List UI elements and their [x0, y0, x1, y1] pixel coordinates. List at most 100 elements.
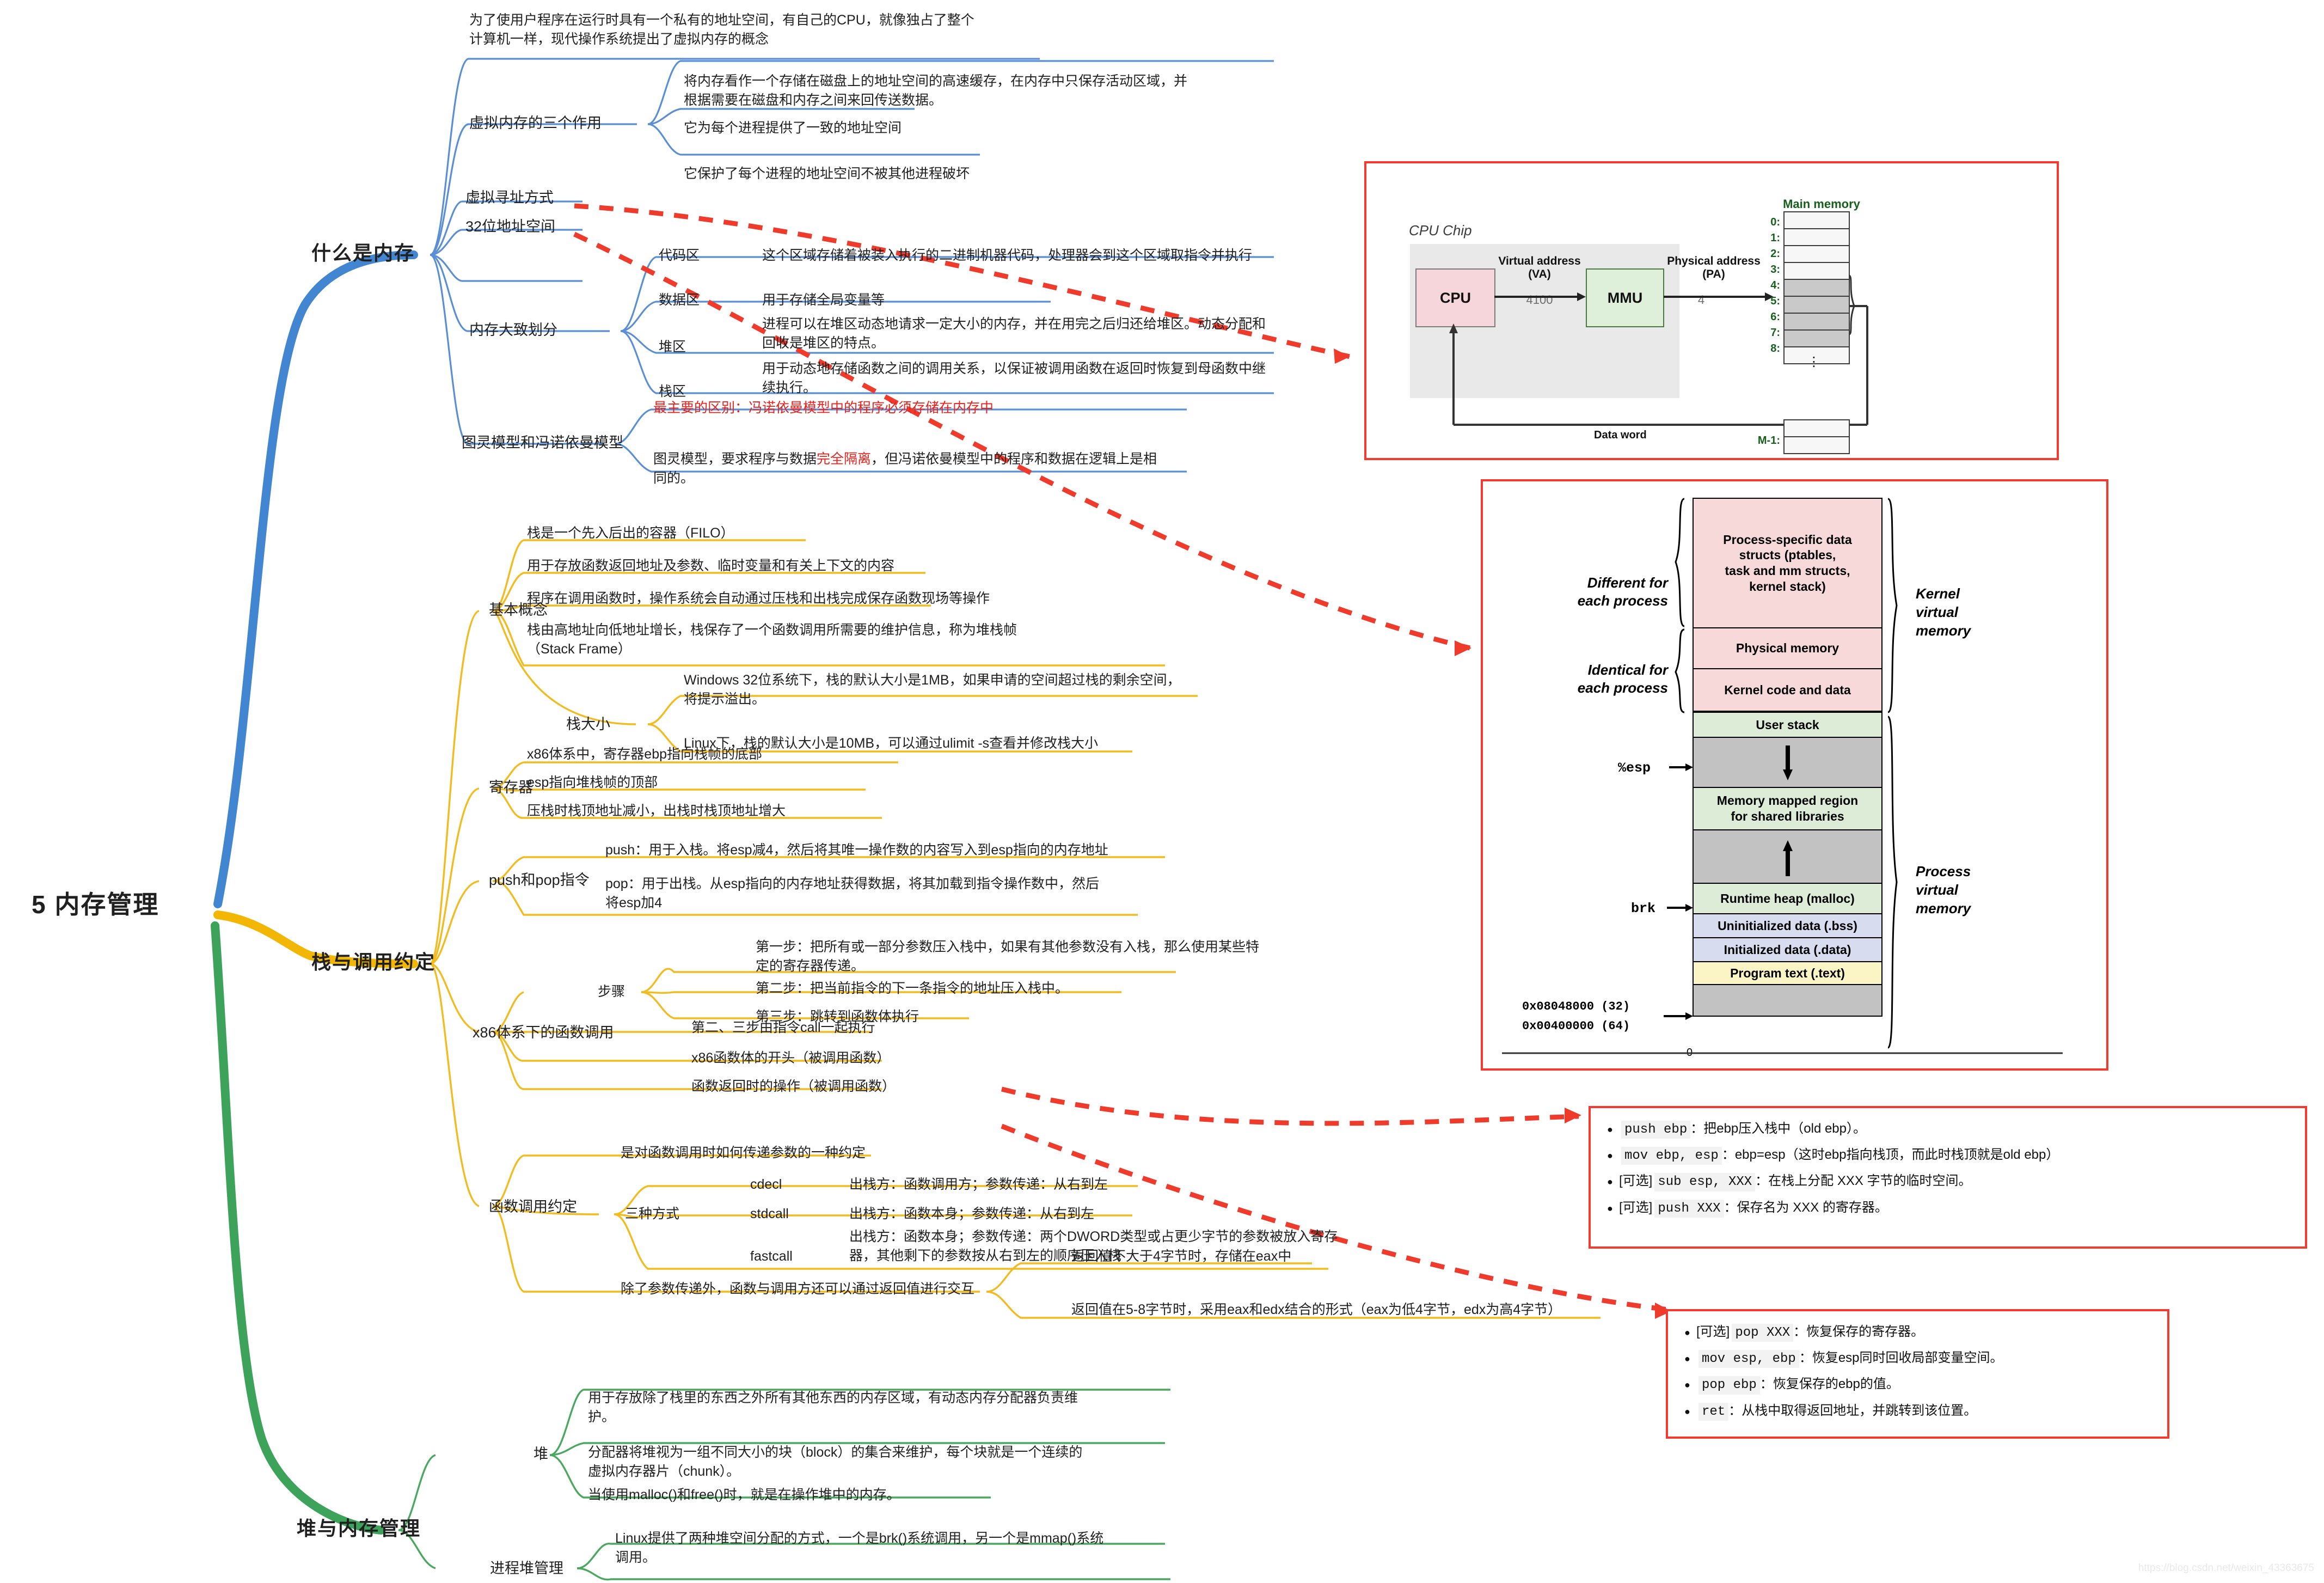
memory-cell — [1785, 229, 1849, 246]
epilogue-line-3: ● pop ebp ：恢复保存的ebp的值。 — [1684, 1376, 2151, 1395]
branch-stack-and-calling-convention[interactable]: 栈与调用约定 — [311, 949, 436, 976]
memory-index-7: 7: — [1770, 327, 1780, 339]
return-value-item-2: 返回值在5-8字节时，采用eax和edx结合的形式（eax为低4字节，edx为高… — [1071, 1302, 1562, 1317]
figure-virtual-addressing: CPU Chip CPU MMU Virtual address (VA) 41… — [1364, 161, 2059, 460]
turing-desc-highlight: 完全隔离 — [817, 451, 872, 467]
label-stack-size[interactable]: 栈大小 — [566, 714, 610, 735]
label-32bit-address-space[interactable]: 32位地址空间 — [465, 217, 555, 237]
label-heap[interactable]: 堆 — [534, 1444, 548, 1464]
epilogue-code-1: pop XXX — [1732, 1324, 1794, 1342]
mindmap-canvas: 5 内存管理 什么是内存 栈与调用约定 堆与内存管理 为了使用户程序在运行时具有… — [0, 0, 2324, 1583]
basic-item-4: 栈由高地址向低地址增长，栈保存了一个函数调用所需要的维护信息，称为堆栈帧 （St… — [527, 622, 1017, 657]
prologue-optional-4: [可选] — [1619, 1200, 1653, 1215]
heap-item-3: 当使用malloc()和free()时，就是在操作堆中的内存。 — [588, 1487, 900, 1502]
prologue-optional-3: [可选] — [1619, 1174, 1653, 1189]
prologue-code-2: mov ebp, esp — [1621, 1147, 1722, 1165]
return-value-item-1: 返回值不大于4字节时，存储在eax中 — [1071, 1249, 1292, 1264]
label-memory-partition[interactable]: 内存大致划分 — [469, 320, 557, 340]
label-three-ways[interactable]: 三种方式 — [625, 1205, 679, 1224]
label-registers[interactable]: 寄存器 — [489, 778, 533, 798]
main-memory-column — [1783, 211, 1850, 364]
prologue-code-1: push ebp — [1621, 1121, 1691, 1139]
register-item-3: 压栈时栈顶地址减小，出栈时栈顶地址增大 — [527, 803, 786, 818]
memory-index-1: 1: — [1770, 232, 1780, 244]
memory-index-0: 0: — [1770, 216, 1780, 228]
return-value-intro: 除了参数传递外，函数与调用方还可以通过返回值进行交互 — [621, 1281, 975, 1297]
partition-name-data: 数据区 — [659, 292, 700, 308]
memory-index-4: 4: — [1770, 279, 1780, 291]
three-roles-item-3: 它保护了每个进程的地址空间不被其他进程破坏 — [684, 166, 970, 181]
epilogue-text-4: ：从栈中取得返回地址，并跳转到该位置。 — [1728, 1403, 1977, 1418]
epilogue-line-4: ● ret ：从栈中取得返回地址，并跳转到该位置。 — [1684, 1402, 2151, 1421]
prologue-code-4: push XXX — [1654, 1199, 1724, 1218]
prologue-line-2: ● mov ebp, esp ：ebp=esp（这时ebp指向栈顶，而此时栈顶就… — [1607, 1146, 2289, 1165]
memory-intro-text: 为了使用户程序在运行时具有一个私有的地址空间，有自己的CPU，就像独占了整个 计… — [469, 13, 974, 47]
bullet-icon: ● — [1607, 1124, 1613, 1135]
bullet-icon: ● — [1684, 1379, 1690, 1391]
prologue-line-4: ● [可选] push XXX ：保存名为 XXX 的寄存器。 — [1607, 1199, 2289, 1218]
partition-desc-data: 用于存储全局变量等 — [762, 292, 885, 308]
epilogue-code-4: ret — [1698, 1402, 1729, 1421]
label-turing-vonneumann[interactable]: 图灵模型和冯诺依曼模型 — [462, 433, 623, 453]
figure2-arrows-and-braces — [1502, 498, 2063, 1054]
function-prologue-label[interactable]: x86函数体的开头（被调用函数） — [691, 1049, 1181, 1068]
epilogue-code-3: pop ebp — [1698, 1376, 1760, 1395]
partition-desc-code: 这个区域存储着被装入执行的二进制机器代码，处理器会到这个区域取指令并执行 — [762, 248, 1253, 263]
three-roles-item-1: 将内存看作一个存储在磁盘上的地址空间的高速缓存，在内存中只保存活动区域，并 根据… — [684, 74, 1188, 108]
epilogue-code-2: mov esp, ebp — [1698, 1350, 1799, 1368]
label-process-heap-management[interactable]: 进程堆管理 — [490, 1558, 563, 1579]
turing-description: 图灵模型，要求程序与数据完全隔离，但冯诺依曼模型中的程序和数据在逻辑上是相 同的… — [653, 450, 1203, 487]
label-calling-convention[interactable]: 函数调用约定 — [489, 1197, 577, 1217]
three-roles-item-2: 它为每个进程提供了一致的地址空间 — [684, 120, 902, 136]
memory-ellipsis: ⋮ — [1807, 355, 1820, 369]
conv-name-stdcall: stdcall — [750, 1206, 789, 1221]
branch-what-is-memory[interactable]: 什么是内存 — [311, 240, 415, 267]
label-virtual-addressing[interactable]: 虚拟寻址方式 — [465, 188, 554, 208]
bullet-icon: ● — [1684, 1353, 1690, 1365]
main-memory-column-tail — [1783, 419, 1850, 454]
conv-name-cdecl: cdecl — [750, 1177, 782, 1192]
memory-cell — [1785, 420, 1849, 437]
epilogue-optional-1: [可选] — [1696, 1324, 1730, 1339]
bullet-icon: ● — [1607, 1176, 1613, 1188]
memory-cell — [1785, 437, 1849, 453]
memory-index-5: 5: — [1770, 295, 1780, 307]
label-steps[interactable]: 步骤 — [598, 982, 625, 1001]
memory-index-6: 6: — [1770, 311, 1780, 323]
root-node[interactable]: 5 内存管理 — [32, 888, 159, 922]
memory-index-3: 3: — [1770, 264, 1780, 276]
step-item-2: 第二步：把当前指令的下一条指令的地址压入栈中。 — [756, 981, 1069, 996]
epilogue-line-2: ● mov esp, ebp ：恢复esp同时回收局部变量空间。 — [1684, 1349, 2151, 1368]
data-word-label: Data word — [1594, 429, 1647, 441]
pushpop-item-push: push：用于入栈。将esp减4，然后将其唯一操作数的内容写入到esp指向的内存… — [605, 842, 1108, 858]
prologue-line-3: ● [可选] sub esp, XXX ：在栈上分配 XXX 字节的临时空间。 — [1607, 1172, 2289, 1191]
stack-size-windows: Windows 32位系统下，栈的默认大小是1MB，如果申请的空间超过栈的剩余空… — [684, 673, 1181, 707]
bullet-icon: ● — [1684, 1327, 1690, 1338]
memory-cell — [1785, 314, 1849, 331]
memory-cell — [1785, 297, 1849, 314]
main-memory-title: Main memory — [1783, 197, 1860, 211]
basic-item-2: 用于存放函数返回地址及参数、临时变量和有关上下文的内容 — [527, 558, 895, 573]
call-note: 第二、三步由指令call一起执行 — [691, 1020, 875, 1035]
prologue-text-3: ：在栈上分配 XXX 字节的临时空间。 — [1755, 1174, 1972, 1189]
function-epilogue-label[interactable]: 函数返回时的操作（被调用函数） — [691, 1077, 1181, 1096]
bullet-icon: ● — [1607, 1150, 1613, 1162]
bullet-icon: ● — [1684, 1405, 1690, 1417]
prologue-text-4: ：保存名为 XXX 的寄存器。 — [1724, 1200, 1888, 1215]
conv-desc-stdcall: 出栈方：函数本身；参数传递：从右到左 — [849, 1206, 1095, 1221]
branch-heap-and-memory-management[interactable]: 堆与内存管理 — [297, 1515, 421, 1542]
partition-desc-heap: 进程可以在堆区动态地请求一定大小的内存，并在用完之后归还给堆区。动态分配和 回收… — [762, 316, 1266, 351]
memory-cell — [1785, 280, 1849, 297]
label-x86-function-call[interactable]: x86体系下的函数调用 — [473, 1023, 614, 1043]
basic-item-1: 栈是一个先入后出的容器（FILO） — [527, 525, 734, 541]
memory-cell — [1785, 263, 1849, 280]
basic-item-3: 程序在调用函数时，操作系统会自动通过压栈和出栈完成保存函数现场等操作 — [527, 591, 990, 606]
conv-desc-cdecl: 出栈方：函数调用方；参数传递：从右到左 — [849, 1177, 1108, 1192]
epilogue-text-3: ：恢复保存的ebp的值。 — [1759, 1377, 1899, 1392]
label-three-roles[interactable]: 虚拟内存的三个作用 — [469, 113, 602, 133]
partition-name-code: 代码区 — [659, 248, 700, 263]
epilogue-text-2: ：恢复esp同时回收局部变量空间。 — [1799, 1350, 2003, 1366]
prologue-line-1: ● push ebp ：把ebp压入栈中（old ebp）。 — [1607, 1120, 2289, 1139]
partition-name-heap: 堆区 — [659, 339, 686, 355]
label-push-pop-instructions[interactable]: push和pop指令 — [489, 870, 590, 890]
